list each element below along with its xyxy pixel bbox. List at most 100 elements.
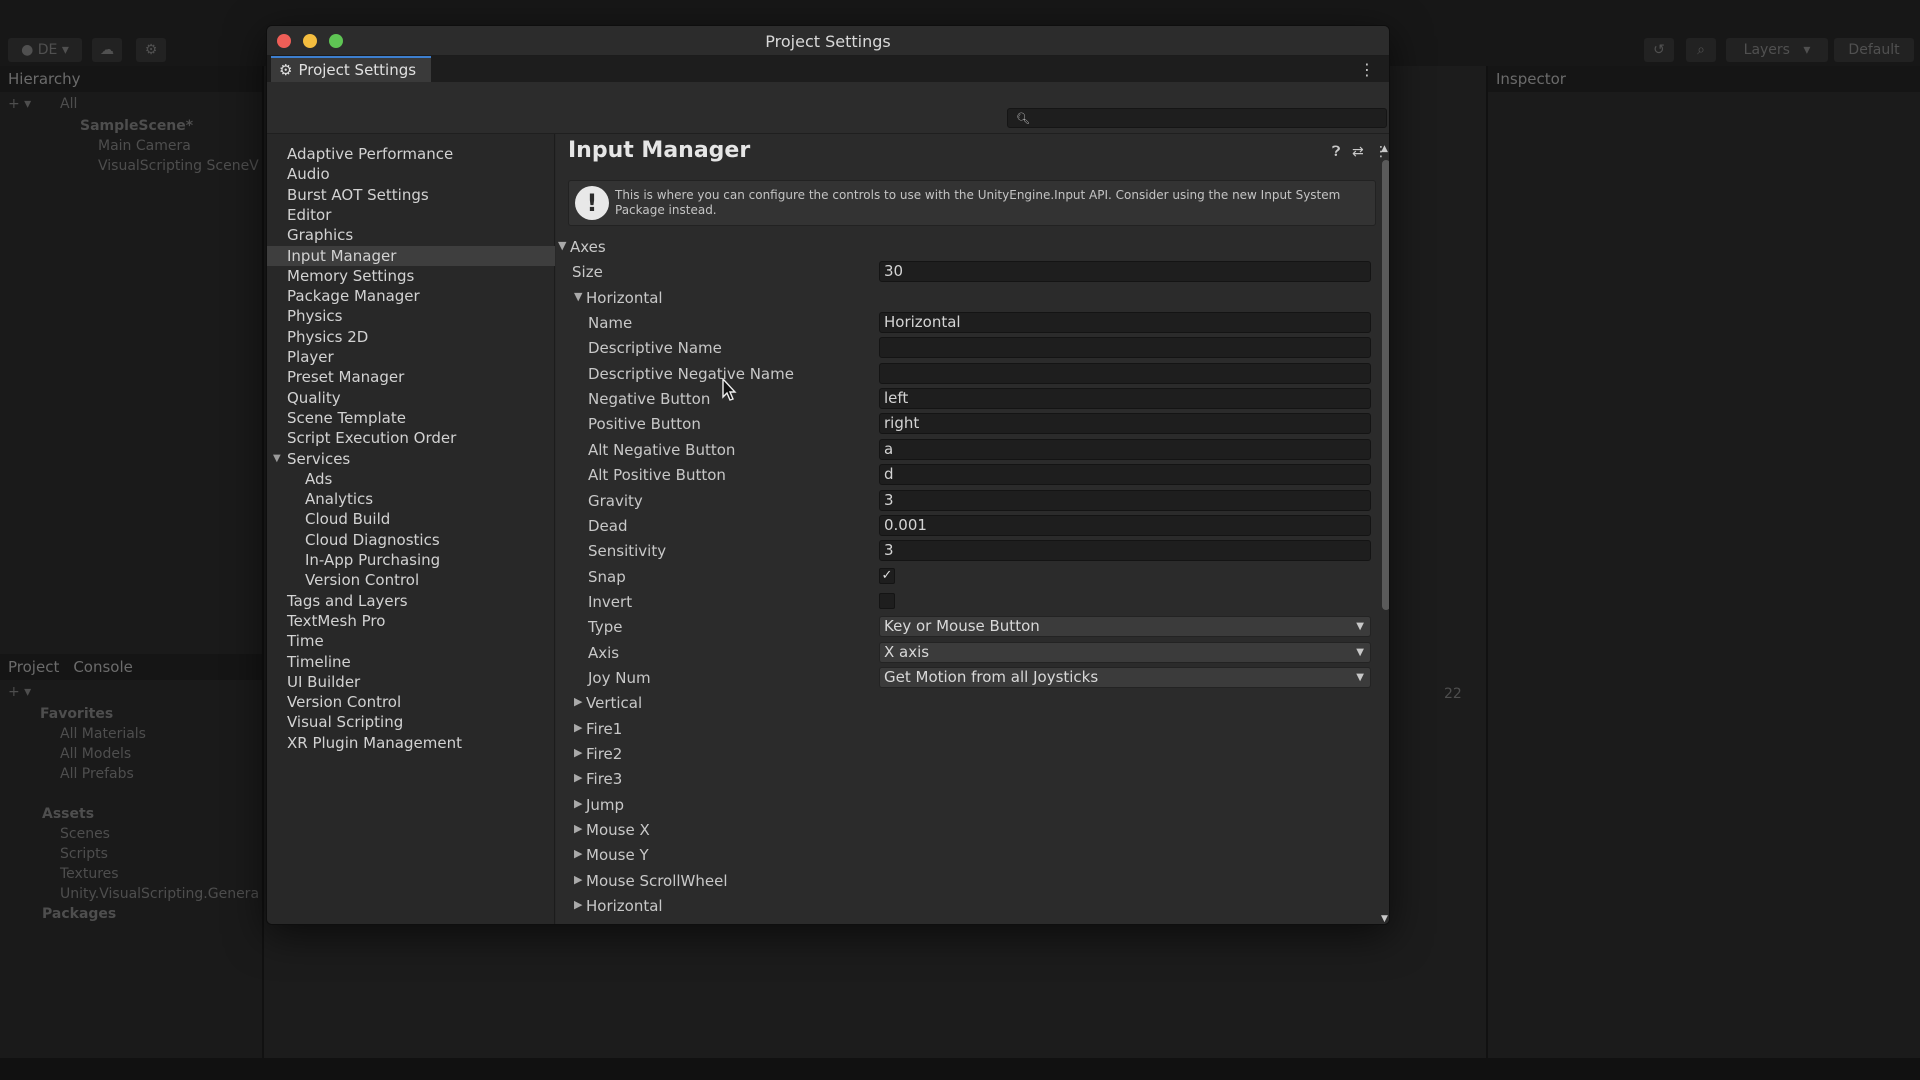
nav-item-version-control[interactable]: Version Control — [267, 692, 555, 712]
nav-item-in-app-purchasing[interactable]: In-App Purchasing — [267, 550, 555, 570]
nav-item-physics[interactable]: Physics — [267, 306, 555, 326]
nav-item-package-manager[interactable]: Package Manager — [267, 286, 555, 306]
asset-folder[interactable]: Scripts — [60, 846, 108, 862]
nav-item-version-control[interactable]: Version Control — [267, 570, 555, 590]
foldout-closed-icon[interactable]: ▶ — [574, 847, 582, 860]
alt-negative-button-field[interactable]: a — [879, 438, 1371, 460]
preset-icon[interactable]: ⇄ — [1352, 144, 1364, 160]
invert-checkbox[interactable] — [879, 592, 895, 609]
console-tab[interactable]: Console — [73, 658, 133, 676]
size-field[interactable]: 30 — [879, 261, 1371, 283]
snap-checkbox[interactable]: ✓ — [879, 567, 895, 584]
nav-item-editor[interactable]: Editor — [267, 205, 555, 225]
nav-item-player[interactable]: Player — [267, 347, 555, 367]
nav-item-preset-manager[interactable]: Preset Manager — [267, 367, 555, 387]
nav-item-cloud-build[interactable]: Cloud Build — [267, 509, 555, 529]
project-add-button[interactable]: + ▾ — [8, 684, 31, 700]
nav-item-scene-template[interactable]: Scene Template — [267, 408, 555, 428]
scrollbar-thumb[interactable] — [1382, 160, 1389, 610]
foldout-closed-icon[interactable]: ▶ — [574, 797, 582, 810]
dead-field[interactable]: 0.001 — [879, 514, 1371, 536]
alt-negative-button-row: Alt Negative Button a — [556, 438, 1386, 461]
settings-search-input[interactable]: 🔍︎ — [1007, 108, 1387, 128]
cloud-icon[interactable]: ☁ — [92, 38, 122, 62]
hierarchy-item[interactable]: VisualScripting SceneV — [98, 158, 259, 174]
joy-num-dropdown[interactable]: Get Motion from all Joysticks ▼ — [879, 666, 1371, 688]
nav-item-analytics[interactable]: Analytics — [267, 489, 555, 509]
foldout-closed-icon[interactable]: ▶ — [574, 923, 582, 924]
layout-dropdown[interactable]: Default — [1834, 38, 1914, 62]
nav-item-cloud-diagnostics[interactable]: Cloud Diagnostics — [267, 530, 555, 550]
nav-item-quality[interactable]: Quality — [267, 388, 555, 408]
nav-item-visual-scripting[interactable]: Visual Scripting — [267, 712, 555, 732]
project-tab[interactable]: Project — [8, 658, 59, 676]
negative-button-field[interactable]: left — [879, 388, 1371, 410]
asset-folder[interactable]: Unity.VisualScripting.Genera — [60, 886, 259, 902]
nav-item-ui-builder[interactable]: UI Builder — [267, 672, 555, 692]
history-icon[interactable]: ↺ — [1644, 38, 1674, 62]
gravity-field[interactable]: 3 — [879, 489, 1371, 511]
hierarchy-search[interactable]: All — [60, 96, 77, 112]
tab-project-settings[interactable]: ⚙ Project Settings — [271, 56, 431, 82]
nav-item-memory-settings[interactable]: Memory Settings — [267, 266, 555, 286]
foldout-closed-icon[interactable]: ▶ — [574, 695, 582, 708]
positive-button-field[interactable]: right — [879, 413, 1371, 435]
account-button[interactable]: ● DE ▾ — [8, 38, 82, 62]
type-dropdown[interactable]: Key or Mouse Button ▼ — [879, 616, 1371, 638]
expand-icon[interactable]: ▼ — [273, 453, 281, 464]
axis-dropdown[interactable]: X axis ▼ — [879, 641, 1371, 663]
foldout-closed-icon[interactable]: ▶ — [574, 746, 582, 759]
nav-item-label: Input Manager — [287, 246, 397, 265]
layers-dropdown[interactable]: Layers ▾ — [1726, 38, 1828, 62]
nav-item-textmesh-pro[interactable]: TextMesh Pro — [267, 611, 555, 631]
nav-item-tags-and-layers[interactable]: Tags and Layers — [267, 591, 555, 611]
nav-item-audio[interactable]: Audio — [267, 164, 555, 184]
nav-item-adaptive-performance[interactable]: Adaptive Performance — [267, 144, 555, 164]
asset-folder[interactable]: Textures — [60, 866, 119, 882]
foldout-open-icon[interactable]: ▼ — [574, 290, 582, 303]
assets-label[interactable]: Assets — [42, 806, 94, 822]
help-icon[interactable]: ❓︎ — [1332, 144, 1340, 160]
asset-folder[interactable]: Scenes — [60, 826, 110, 842]
nav-item-input-manager[interactable]: Input Manager — [267, 245, 555, 266]
name-field[interactable]: Horizontal — [879, 312, 1371, 334]
foldout-closed-icon[interactable]: ▶ — [574, 822, 582, 835]
favorites-label[interactable]: Favorites — [40, 706, 113, 722]
hierarchy-add-button[interactable]: + ▾ — [8, 96, 31, 112]
scroll-down-icon[interactable]: ▼ — [1381, 914, 1388, 924]
foldout-closed-icon[interactable]: ▶ — [574, 721, 582, 734]
nav-item-physics-2d[interactable]: Physics 2D — [267, 327, 555, 347]
collab-icon[interactable]: ⚙ — [136, 38, 166, 62]
nav-item-burst-aot-settings[interactable]: Burst AOT Settings — [267, 185, 555, 205]
packages-label[interactable]: Packages — [42, 906, 116, 922]
alt-positive-button-field[interactable]: d — [879, 464, 1371, 486]
sensitivity-field[interactable]: 3 — [879, 540, 1371, 562]
foldout-closed-icon[interactable]: ▶ — [574, 898, 582, 911]
hierarchy-item[interactable]: Main Camera — [98, 138, 191, 154]
nav-item-xr-plugin-management[interactable]: XR Plugin Management — [267, 733, 555, 753]
nav-item-services[interactable]: ▼ Services — [267, 449, 555, 469]
nav-item-ads[interactable]: Ads — [267, 469, 555, 489]
scroll-up-icon[interactable]: ▲ — [1381, 144, 1388, 154]
nav-item-graphics[interactable]: Graphics — [267, 225, 555, 245]
descriptive-negative-name-field[interactable] — [879, 362, 1371, 384]
foldout-open-icon[interactable]: ▼ — [558, 239, 566, 252]
window-menu-icon[interactable]: ⋮ — [1359, 60, 1375, 79]
favorite-item[interactable]: All Prefabs — [60, 766, 134, 782]
favorite-item[interactable]: All Models — [60, 746, 131, 762]
hierarchy-tab[interactable]: Hierarchy — [8, 70, 81, 88]
nav-item-timeline[interactable]: Timeline — [267, 652, 555, 672]
search-icon[interactable]: ⌕ — [1686, 38, 1716, 62]
descriptive-name-field[interactable] — [879, 337, 1371, 359]
nav-item-time[interactable]: Time — [267, 631, 555, 651]
vertical-scrollbar[interactable]: ▲ ▼ — [1381, 144, 1389, 924]
favorite-item[interactable]: All Materials — [60, 726, 146, 742]
nav-item-label: In-App Purchasing — [305, 551, 441, 569]
inspector-tab[interactable]: Inspector — [1496, 70, 1566, 88]
foldout-closed-icon[interactable]: ▶ — [574, 771, 582, 784]
hierarchy-item[interactable]: SampleScene* — [80, 118, 193, 134]
window-titlebar[interactable]: Project Settings — [267, 26, 1389, 56]
nav-item-script-execution-order[interactable]: Script Execution Order — [267, 428, 555, 448]
foldout-closed-icon[interactable]: ▶ — [574, 873, 582, 886]
descriptive-negative-name-row: Descriptive Negative Name — [556, 362, 1386, 385]
